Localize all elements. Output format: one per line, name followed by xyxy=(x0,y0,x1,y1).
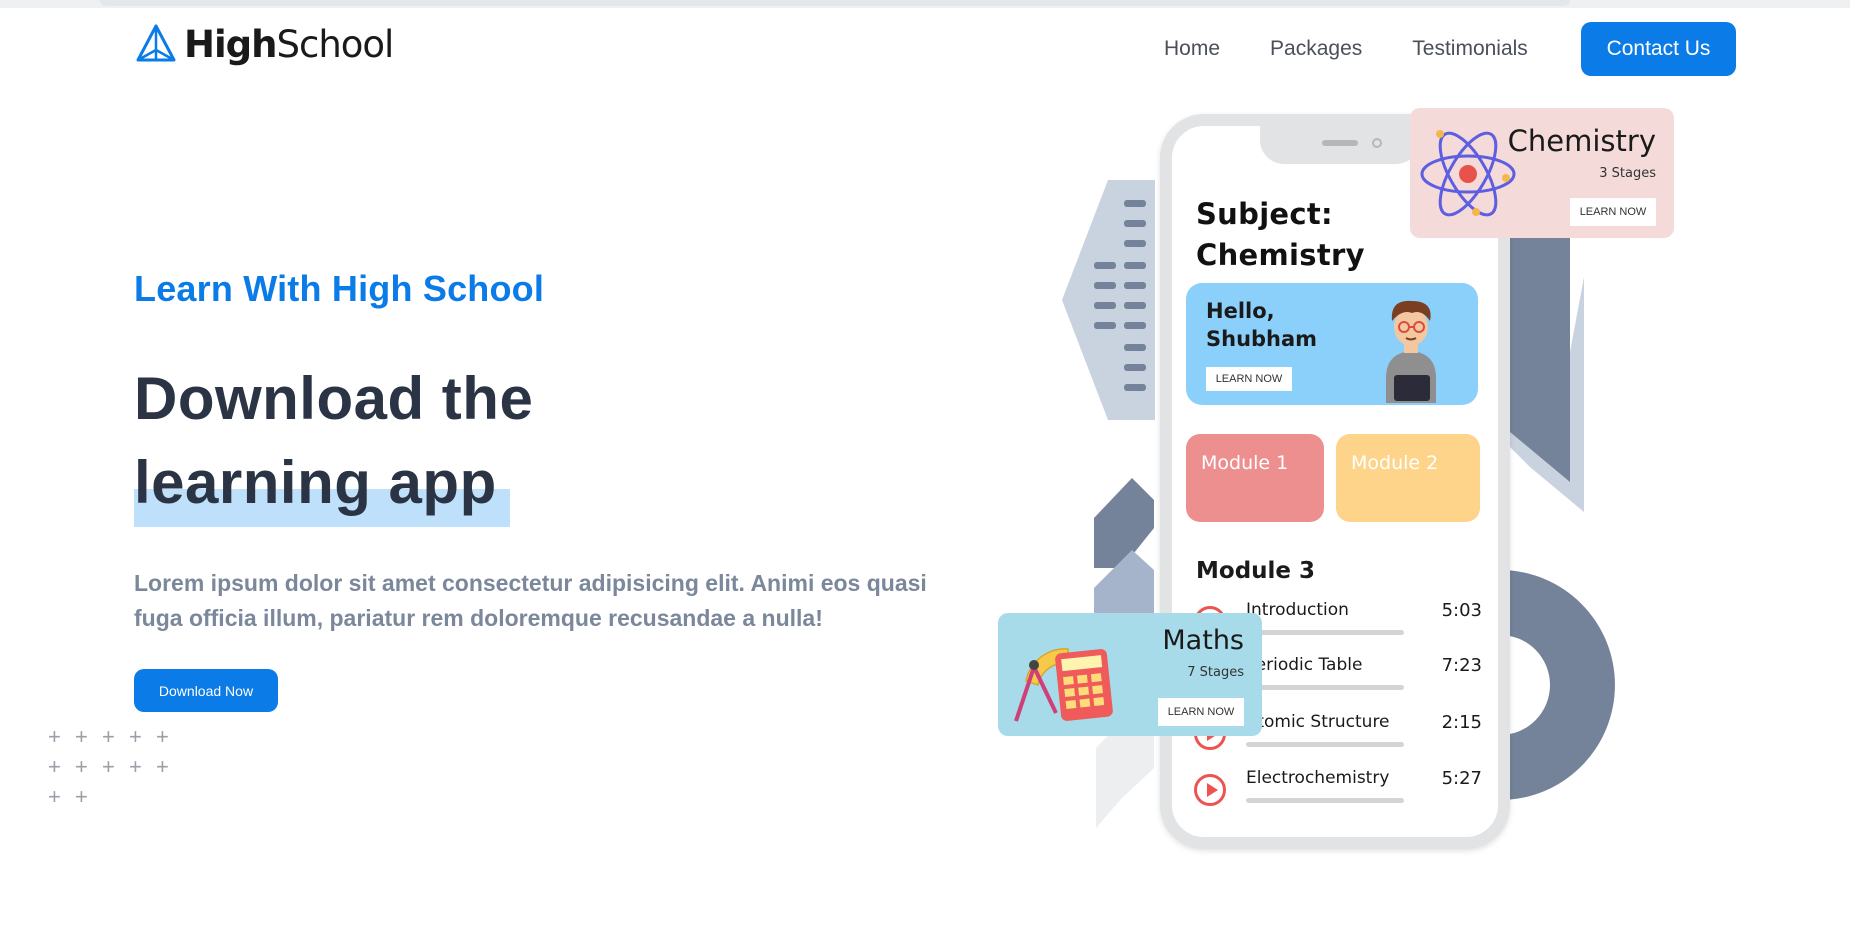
student-avatar-illustration xyxy=(1386,300,1436,403)
contact-us-button[interactable]: Contact Us xyxy=(1581,22,1736,76)
module-2-card[interactable]: Module 2 xyxy=(1336,434,1480,522)
plus-icon: + xyxy=(48,724,61,749)
phone-speaker xyxy=(1322,140,1358,146)
subject-title: Subject: Chemistry xyxy=(1196,194,1365,276)
plus-icon: + xyxy=(48,784,61,809)
brand-logo[interactable]: HighSchool xyxy=(134,22,394,66)
hero-description: Lorem ipsum dolor sit amet consectetur a… xyxy=(134,570,927,631)
lesson-name: Atomic Structure xyxy=(1246,712,1390,732)
lesson-name: Periodic Table xyxy=(1246,655,1363,675)
lesson-item[interactable]: Electrochemistry 5:27 xyxy=(1194,766,1484,810)
lesson-progress-bar xyxy=(1246,798,1404,803)
lesson-name: Introduction xyxy=(1246,600,1349,620)
chemistry-card-title: Chemistry xyxy=(1507,124,1656,158)
maths-card: Maths 7 Stages LEARN NOW xyxy=(998,613,1262,736)
plus-icon: + xyxy=(129,754,142,779)
calculator-compass-icon xyxy=(1014,648,1113,722)
plus-icon: + xyxy=(48,754,61,779)
subject-title-line-2: Chemistry xyxy=(1196,238,1365,272)
greeting-line-1: Hello, xyxy=(1206,299,1275,323)
plus-icon: + xyxy=(129,724,142,749)
plus-icon: + xyxy=(102,724,115,749)
greeting-card: Hello, Shubham LEARN NOW xyxy=(1186,283,1478,405)
hexagon-lines-decoration xyxy=(1062,180,1155,420)
atom-icon xyxy=(1420,130,1516,217)
chemistry-learn-now-button[interactable]: LEARN NOW xyxy=(1570,198,1656,226)
lesson-name: Electrochemistry xyxy=(1246,768,1390,788)
maths-learn-now-button[interactable]: LEARN NOW xyxy=(1158,698,1244,726)
pyramid-logo-icon xyxy=(136,24,176,62)
phone-notch xyxy=(1260,122,1420,164)
greeting-text: Hello, Shubham xyxy=(1206,297,1317,353)
lesson-progress-bar xyxy=(1246,630,1404,635)
brand-name-bold: High xyxy=(184,22,277,66)
plus-icon: + xyxy=(156,724,169,749)
download-now-button[interactable]: Download Now xyxy=(134,669,278,712)
hero-eyebrow: Learn With High School xyxy=(134,268,545,309)
subject-title-line-1: Subject: xyxy=(1196,197,1333,231)
chemistry-card: Chemistry 3 Stages LEARN NOW xyxy=(1410,108,1674,238)
nav-link-packages[interactable]: Packages xyxy=(1270,37,1362,61)
plus-icon: + xyxy=(75,784,88,809)
module-3-title: Module 3 xyxy=(1196,558,1316,584)
plus-icon: + xyxy=(75,724,88,749)
phone-camera xyxy=(1372,138,1382,148)
chemistry-card-stages: 3 Stages xyxy=(1599,166,1656,181)
maths-card-title: Maths xyxy=(1162,625,1244,656)
hero-title-line-2: learning app xyxy=(134,449,497,516)
lesson-duration: 5:03 xyxy=(1441,600,1482,621)
plus-icon: + xyxy=(156,754,169,779)
lesson-progress-bar xyxy=(1246,742,1404,747)
maths-card-stages: 7 Stages xyxy=(1187,665,1244,680)
brand-name: HighSchool xyxy=(184,22,394,66)
nav-link-home[interactable]: Home xyxy=(1164,37,1220,61)
brand-name-regular: School xyxy=(276,22,394,66)
plus-icon: + xyxy=(75,754,88,779)
plus-icon: + xyxy=(102,754,115,779)
greeting-line-2: Shubham xyxy=(1206,327,1318,351)
lesson-progress-bar xyxy=(1246,685,1404,690)
lesson-duration: 2:15 xyxy=(1441,712,1482,733)
angled-bars-decoration xyxy=(1510,232,1584,512)
lesson-duration: 5:27 xyxy=(1441,768,1482,789)
lesson-duration: 7:23 xyxy=(1441,655,1482,676)
greeting-learn-now-button[interactable]: LEARN NOW xyxy=(1206,367,1292,391)
nav-link-testimonials[interactable]: Testimonials xyxy=(1412,37,1528,61)
top-scroll-shadow xyxy=(100,0,1570,6)
hero-title-line-1: Download the xyxy=(134,365,534,432)
module-1-card[interactable]: Module 1 xyxy=(1186,434,1324,522)
main-nav: Home Packages Testimonials xyxy=(1164,22,1554,76)
play-icon xyxy=(1194,774,1226,806)
